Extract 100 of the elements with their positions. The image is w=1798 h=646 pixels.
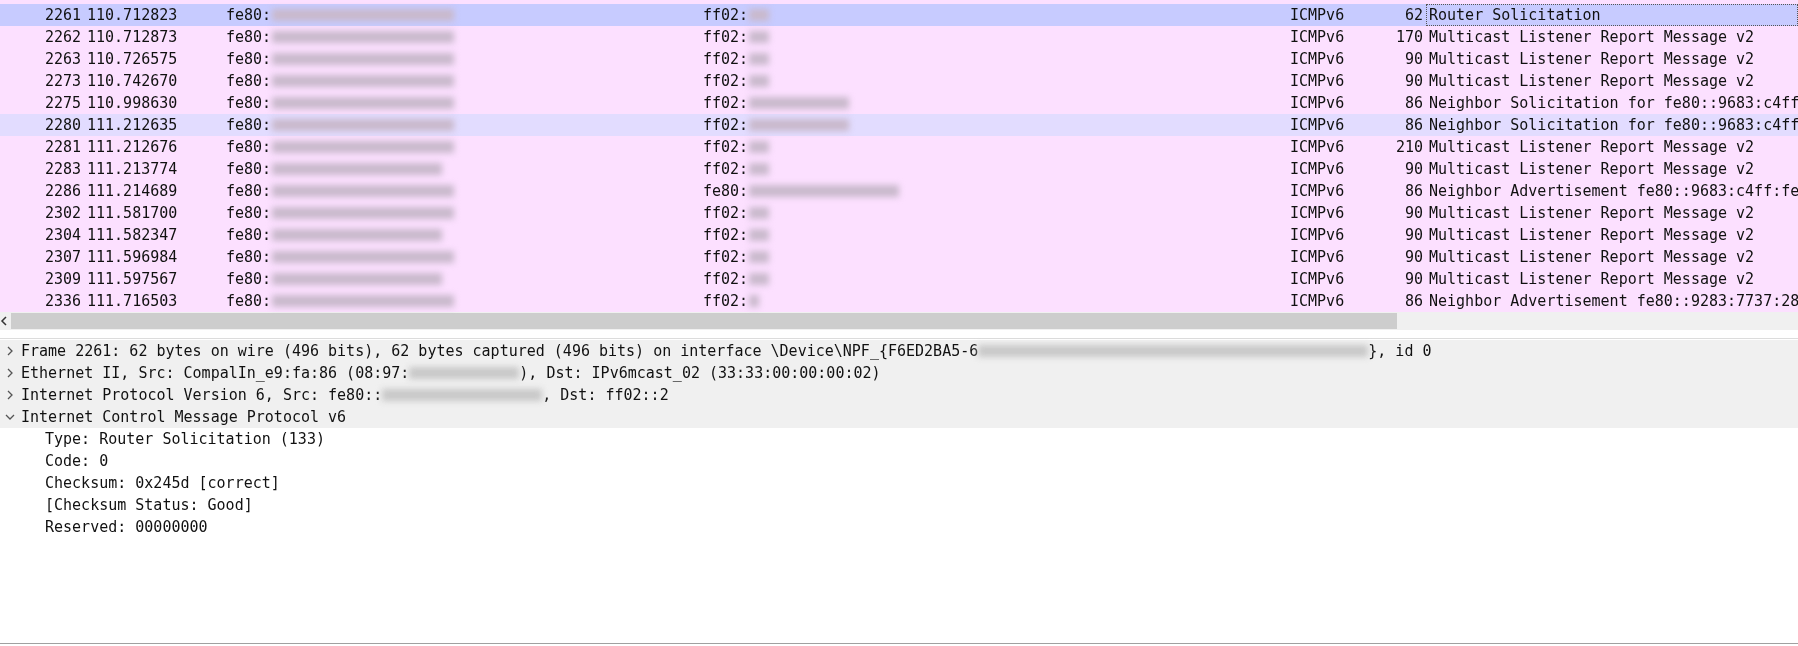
packet-info: Multicast Listener Report Message v2 <box>1428 247 1756 268</box>
packet-number: 2275 <box>44 93 81 114</box>
destination-address: ff02: <box>703 5 749 26</box>
tree-item-text[interactable]: Code: 0 <box>45 452 109 470</box>
destination-address: fe80: <box>703 181 749 202</box>
packet-info: Neighbor Solicitation for fe80::9683:c4ff <box>1428 93 1798 114</box>
protocol-name: ICMPv6 <box>1290 49 1345 70</box>
source-address: fe80: <box>226 115 272 136</box>
packet-info: Multicast Listener Report Message v2 <box>1428 71 1756 92</box>
packet-time: 110.742670 <box>87 71 178 92</box>
chevron-right-icon[interactable] <box>5 346 15 356</box>
protocol-name: ICMPv6 <box>1290 181 1345 202</box>
source-address: fe80: <box>226 49 272 70</box>
destination-address: ff02: <box>703 71 749 92</box>
packet-length: 170 <box>1395 27 1423 48</box>
tree-item[interactable]: Internet Protocol Version 6, Src: fe80:: , Dst: ff02::2 <box>0 384 1798 406</box>
packet-time: 110.712823 <box>87 5 178 26</box>
packet-info: Multicast Listener Report Message v2 <box>1428 225 1756 246</box>
packet-time: 110.998630 <box>87 93 178 114</box>
packet-number: 2307 <box>44 247 81 268</box>
protocol-name: ICMPv6 <box>1290 291 1345 312</box>
packet-length: 90 <box>1404 49 1423 70</box>
protocol-name: ICMPv6 <box>1290 203 1345 224</box>
tree-item-text: Internet Control Message Protocol v6 <box>21 408 347 426</box>
tree-item-text[interactable]: Reserved: 00000000 <box>45 518 208 536</box>
source-address: fe80: <box>226 225 272 246</box>
chevron-right-icon[interactable] <box>5 368 15 378</box>
packet-time: 111.581700 <box>87 203 178 224</box>
packet-number: 2336 <box>44 291 81 312</box>
packet-length: 86 <box>1404 181 1423 202</box>
protocol-name: ICMPv6 <box>1290 225 1345 246</box>
destination-address: ff02: <box>703 137 749 158</box>
tree-item-text: Ethernet II, Src: CompalIn_e9:fa:86 (08:97: <box>21 364 410 382</box>
packet-info: Multicast Listener Report Message v2 <box>1428 27 1756 48</box>
tree-item-text[interactable]: Type: Router Solicitation (133) <box>45 430 325 448</box>
protocol-name: ICMPv6 <box>1290 137 1345 158</box>
source-address: fe80: <box>226 93 272 114</box>
packet-info: Multicast Listener Report Message v2 <box>1428 159 1756 180</box>
source-address: fe80: <box>226 27 272 48</box>
tree-item[interactable]: Ethernet II, Src: CompalIn_e9:fa:86 (08:97: ), Dst: IPv6mcast_02 (33:33:00:00:00:02) <box>0 362 1798 384</box>
tree-item[interactable]: Frame 2261: 62 bytes on wire (496 bits), 62 bytes captured (496 bits) on interface \Device\NPF_{F6ED2BA5-6 }, id 0 <box>0 340 1798 362</box>
packet-number: 2261 <box>44 5 81 26</box>
source-address: fe80: <box>226 159 272 180</box>
chevron-right-icon[interactable] <box>5 390 15 400</box>
packet-time: 110.726575 <box>87 49 178 70</box>
packet-time: 111.582347 <box>87 225 178 246</box>
destination-address: ff02: <box>703 159 749 180</box>
destination-address: ff02: <box>703 49 749 70</box>
packet-length: 86 <box>1404 291 1423 312</box>
packet-time: 110.712873 <box>87 27 178 48</box>
protocol-name: ICMPv6 <box>1290 269 1345 290</box>
packet-length: 86 <box>1404 93 1423 114</box>
destination-address: ff02: <box>703 247 749 268</box>
tree-item-text: Frame 2261: 62 bytes on wire (496 bits), 62 bytes captured (496 bits) on interface \Device\NPF_{F6ED2BA5-6 <box>21 342 979 360</box>
tree-item-text: Internet Protocol Version 6, Src: fe80:: <box>21 386 383 404</box>
scroll-left-icon[interactable] <box>0 315 9 327</box>
packet-number: 2281 <box>44 137 81 158</box>
packet-info: Router Solicitation <box>1426 4 1798 26</box>
packet-number: 2309 <box>44 269 81 290</box>
tree-item-text[interactable]: Checksum: 0x245d [correct] <box>45 474 280 492</box>
protocol-name: ICMPv6 <box>1290 159 1345 180</box>
source-address: fe80: <box>226 247 272 268</box>
packet-number: 2286 <box>44 181 81 202</box>
packet-number: 2283 <box>44 159 81 180</box>
packet-length: 90 <box>1404 71 1423 92</box>
packet-info: Multicast Listener Report Message v2 <box>1428 203 1756 224</box>
packet-length: 86 <box>1404 115 1423 136</box>
packet-row[interactable]: 2280 111.212635 fe80: ff02: ICMPv6 86 Neighbor Solicitation for fe80::9683:c4ff <box>0 114 1798 136</box>
protocol-name: ICMPv6 <box>1290 115 1345 136</box>
packet-number: 2263 <box>44 49 81 70</box>
packet-number: 2262 <box>44 27 81 48</box>
destination-address: ff02: <box>703 291 749 312</box>
tree-item[interactable]: Internet Control Message Protocol v6 <box>0 406 1798 428</box>
source-address: fe80: <box>226 71 272 92</box>
destination-address: ff02: <box>703 203 749 224</box>
source-address: fe80: <box>226 137 272 158</box>
packet-info: Neighbor Advertisement fe80::9683:c4ff:fe <box>1428 181 1798 202</box>
destination-address: ff02: <box>703 27 749 48</box>
tree-item-text[interactable]: [Checksum Status: Good] <box>45 496 253 514</box>
packet-time: 111.213774 <box>87 159 178 180</box>
protocol-name: ICMPv6 <box>1290 5 1345 26</box>
packet-number: 2280 <box>44 115 81 136</box>
protocol-name: ICMPv6 <box>1290 93 1345 114</box>
packet-length: 62 <box>1404 5 1423 26</box>
packet-time: 111.596984 <box>87 247 178 268</box>
destination-address: ff02: <box>703 115 749 136</box>
destination-address: ff02: <box>703 93 749 114</box>
protocol-name: ICMPv6 <box>1290 27 1345 48</box>
packet-info: Multicast Listener Report Message v2 <box>1428 269 1756 290</box>
source-address: fe80: <box>226 203 272 224</box>
destination-address: ff02: <box>703 225 749 246</box>
packet-info: Multicast Listener Report Message v2 <box>1428 49 1756 70</box>
chevron-down-icon[interactable] <box>5 412 15 422</box>
packet-row[interactable]: 2261 110.712823 fe80: ff02: ICMPv6 62 Router Solicitation <box>0 4 1798 26</box>
source-address: fe80: <box>226 269 272 290</box>
packet-info: Neighbor Solicitation for fe80::9683:c4ff <box>1428 115 1798 136</box>
packet-length: 210 <box>1395 137 1423 158</box>
tree-item-text: }, id 0 <box>1368 342 1432 360</box>
packet-length: 90 <box>1404 203 1423 224</box>
source-address: fe80: <box>226 291 272 312</box>
